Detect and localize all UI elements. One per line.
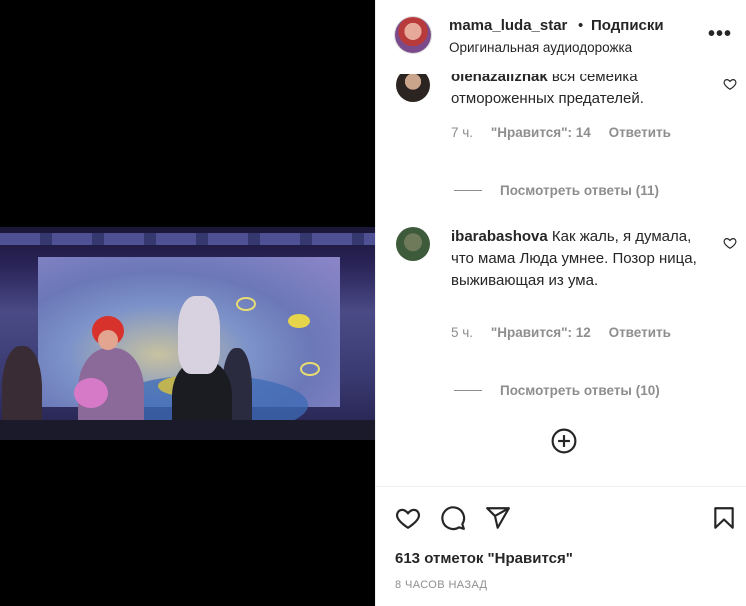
view-replies-button[interactable]: Посмотреть ответы (10): [454, 383, 660, 398]
post-actions: 613 отметок "Нравится" 8 ЧАСОВ НАЗАД: [376, 486, 746, 606]
performer-blonde-hair: [178, 296, 220, 374]
comment-body: ibarabashova Как жаль, я думала, что мам…: [451, 226, 701, 292]
header-separator: •: [578, 17, 584, 34]
heart-icon[interactable]: [395, 505, 421, 531]
replies-divider-line: [454, 190, 482, 191]
comment-heart-icon[interactable]: [723, 77, 737, 91]
stage-floor: [0, 420, 375, 440]
comments-list[interactable]: olenazaliznak вся семейка отмороженных п…: [376, 74, 746, 486]
replies-divider-line: [454, 390, 482, 391]
comment-avatar[interactable]: [396, 227, 430, 261]
post-media[interactable]: [0, 0, 375, 606]
screen-sun-graphic: [288, 314, 310, 328]
comment-likes[interactable]: "Нравится": 12: [491, 325, 591, 340]
more-options-icon[interactable]: •••: [708, 24, 732, 44]
author-username[interactable]: mama_luda_star: [449, 17, 567, 34]
likes-count[interactable]: 613 отметок "Нравится": [395, 550, 573, 567]
comment-icon[interactable]: [440, 505, 466, 531]
flower-bouquet: [74, 378, 108, 408]
paper-plane-icon[interactable]: [485, 505, 511, 531]
view-replies-label: Посмотреть ответы (10): [500, 383, 660, 398]
screen-ring-graphic: [300, 362, 320, 376]
plus-circle-icon[interactable]: [551, 428, 577, 454]
screen-ring-graphic: [236, 297, 256, 311]
comment-meta: 7 ч. "Нравится": 14 Ответить: [451, 125, 685, 140]
comment-username[interactable]: ibarabashova: [451, 228, 548, 245]
post-header: mama_luda_star • Подписки Оригинальная а…: [376, 0, 746, 74]
comment-body: olenazaliznak вся семейка отмороженных п…: [451, 74, 701, 110]
author-avatar[interactable]: [395, 17, 431, 53]
bookmark-icon[interactable]: [711, 505, 737, 531]
audio-track-link[interactable]: Оригинальная аудиодорожка: [449, 40, 632, 55]
view-replies-button[interactable]: Посмотреть ответы (11): [454, 183, 659, 198]
stage-lighting-rig: [0, 233, 375, 245]
reply-button[interactable]: Ответить: [609, 125, 671, 140]
comment-likes[interactable]: "Нравится": 14: [491, 125, 591, 140]
comment-time[interactable]: 7 ч.: [451, 125, 473, 140]
post-sidebar: mama_luda_star • Подписки Оригинальная а…: [375, 0, 746, 606]
view-replies-label: Посмотреть ответы (11): [500, 183, 659, 198]
comment-username[interactable]: olenazaliznak: [451, 74, 548, 85]
post-timestamp[interactable]: 8 ЧАСОВ НАЗАД: [395, 579, 487, 591]
comment-avatar[interactable]: [396, 74, 430, 102]
reply-button[interactable]: Ответить: [609, 325, 671, 340]
performer-red-hair-face: [98, 330, 118, 350]
comment-meta: 5 ч. "Нравится": 12 Ответить: [451, 325, 685, 340]
comment-heart-icon[interactable]: [723, 236, 737, 250]
following-button[interactable]: Подписки: [591, 17, 664, 34]
comment-time[interactable]: 5 ч.: [451, 325, 473, 340]
